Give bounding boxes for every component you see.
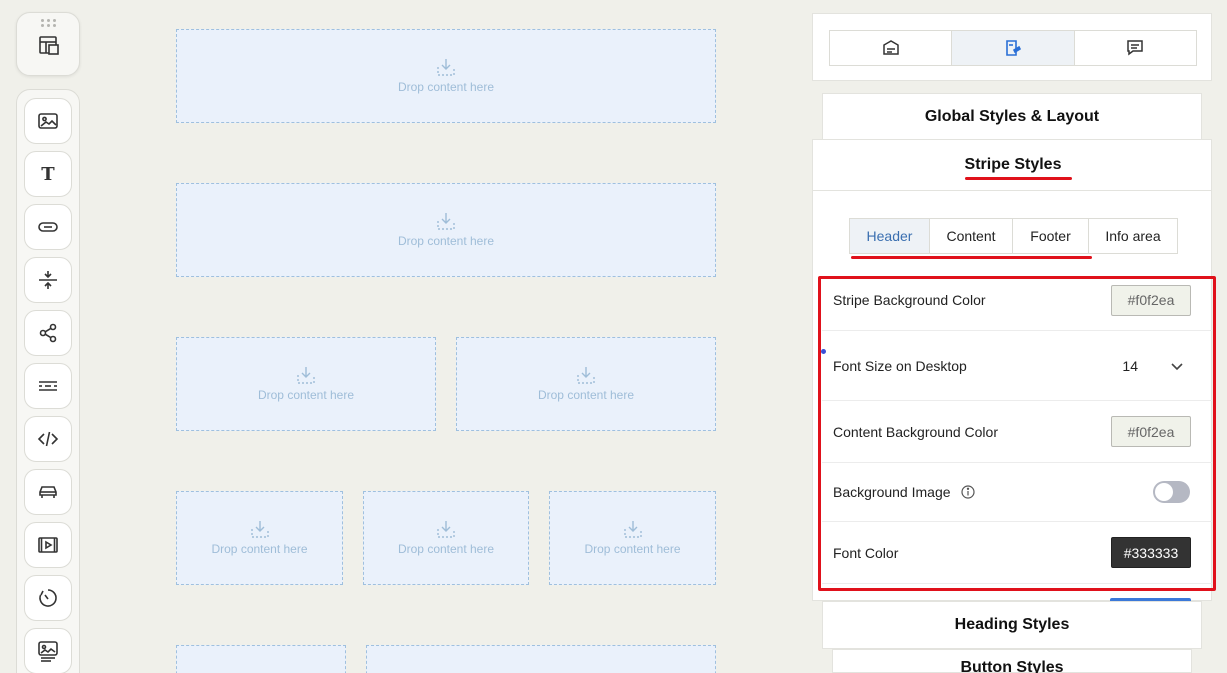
heading-styles-label: Heading Styles <box>954 616 1070 633</box>
drop-icon <box>577 367 595 384</box>
drop-zone[interactable]: Drop content here <box>176 183 716 277</box>
timer-icon <box>39 589 57 607</box>
divider-icon <box>39 381 57 391</box>
drop-label: Drop content here <box>397 542 495 556</box>
code-icon <box>37 431 59 447</box>
share-icon <box>39 323 57 343</box>
highlight-underline <box>851 256 1092 259</box>
drop-label: Drop content here <box>537 388 635 402</box>
drop-label: Drop content here <box>257 388 355 402</box>
stripe-styles-label: Stripe Styles <box>964 156 1062 173</box>
text-icon: T <box>41 164 55 185</box>
drop-label: Drop content here <box>397 80 495 94</box>
subtab-header[interactable]: Header <box>850 219 930 253</box>
stripe-styles-header[interactable]: Stripe Styles <box>813 140 1211 191</box>
drop-zone[interactable]: Drop content here <box>176 491 343 585</box>
video-tool-button[interactable] <box>24 522 72 568</box>
button-styles-label: Button Styles <box>960 659 1064 673</box>
image-icon <box>38 113 58 129</box>
subtab-info-area[interactable]: Info area <box>1089 219 1177 253</box>
page-settings-icon <box>882 40 899 55</box>
stripe-subtabs: Header Content Footer Info area <box>849 218 1178 254</box>
tab-styles[interactable] <box>952 31 1075 65</box>
car-icon <box>39 486 57 498</box>
drop-label: Drop content here <box>584 542 681 556</box>
drop-icon <box>297 367 315 384</box>
spacer-icon <box>39 271 57 289</box>
product-tool-button[interactable] <box>24 469 72 515</box>
button-icon <box>38 222 58 232</box>
button-tool-button[interactable] <box>24 204 72 250</box>
svg-text:T: T <box>41 164 55 185</box>
drop-zone[interactable] <box>176 645 346 673</box>
drop-icon <box>437 521 455 538</box>
drop-zone[interactable] <box>366 645 716 673</box>
panel-tabs-card <box>812 13 1212 81</box>
drop-label: Drop content here <box>397 234 495 248</box>
drop-icon <box>623 521 642 538</box>
timer-tool-button[interactable] <box>24 575 72 621</box>
drop-zone[interactable]: Drop content here <box>549 491 716 585</box>
image-text-icon <box>38 641 58 662</box>
drop-icon <box>437 213 455 230</box>
drop-zone[interactable]: Drop content here <box>456 337 716 431</box>
tab-comments[interactable] <box>1075 31 1196 65</box>
image-text-tool-button[interactable] <box>24 628 72 673</box>
tab-page-settings[interactable] <box>830 31 953 65</box>
layout-tool-group <box>16 12 80 76</box>
button-styles-section[interactable]: Button Styles <box>832 649 1192 673</box>
divider-tool-button[interactable] <box>24 363 72 409</box>
content-tools-panel: T <box>16 89 80 673</box>
drop-label: Drop content here <box>211 542 308 556</box>
subtab-content[interactable]: Content <box>930 219 1013 253</box>
heading-styles-section[interactable]: Heading Styles <box>822 601 1202 649</box>
html-tool-button[interactable] <box>24 416 72 462</box>
drop-zone[interactable]: Drop content here <box>363 491 529 585</box>
video-icon <box>38 537 58 553</box>
panel-tabbar <box>829 30 1197 66</box>
drop-zone[interactable]: Drop content here <box>176 337 436 431</box>
image-tool-button[interactable] <box>24 98 72 144</box>
comment-icon <box>1127 40 1144 56</box>
highlight-underline <box>965 177 1072 180</box>
highlight-box <box>818 276 1216 591</box>
drop-icon <box>250 521 269 538</box>
text-tool-button[interactable]: T <box>24 151 72 197</box>
drag-handle-icon[interactable] <box>41 19 57 27</box>
layout-blocks-icon[interactable] <box>38 35 60 62</box>
subtab-footer[interactable]: Footer <box>1013 219 1089 253</box>
drop-icon <box>437 59 455 76</box>
global-styles-section[interactable]: Global Styles & Layout <box>822 93 1202 141</box>
global-styles-label: Global Styles & Layout <box>924 108 1100 125</box>
social-tool-button[interactable] <box>24 310 72 356</box>
drop-zone[interactable]: Drop content here <box>176 29 716 123</box>
spacer-tool-button[interactable] <box>24 257 72 303</box>
style-paint-icon <box>1006 40 1022 56</box>
